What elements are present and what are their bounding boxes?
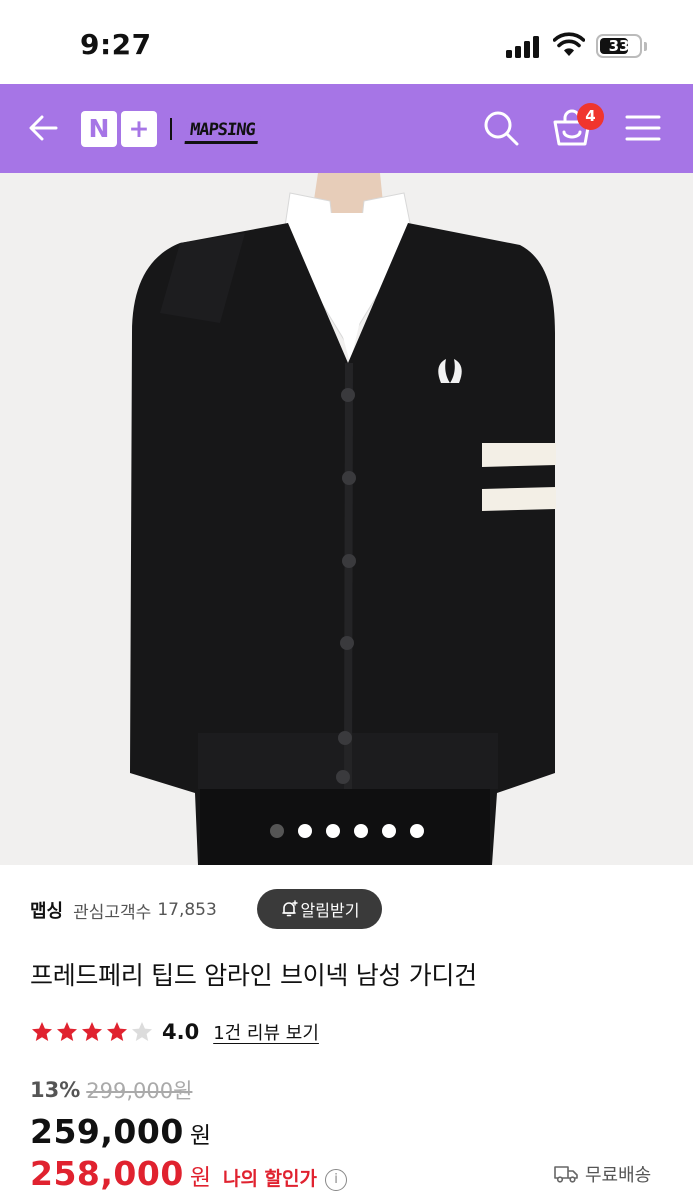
price-row: 259,000 원	[30, 1112, 211, 1151]
discount-rate: 13%	[30, 1078, 81, 1102]
status-bar: 9:27 33	[0, 0, 693, 84]
fav-customers-label: 관심고객수	[73, 902, 152, 923]
discount-row: 13% 299,000원	[30, 1075, 192, 1105]
notify-button[interactable]: 알림받기	[257, 889, 382, 929]
signal-icon	[506, 36, 544, 58]
carousel-dot-4[interactable]	[353, 824, 368, 838]
shipping-info: 무료배송	[553, 1161, 651, 1187]
my-discount-price: 258,000	[30, 1154, 184, 1193]
star-empty-icon	[132, 1022, 152, 1041]
brand-logo[interactable]: MAPSING	[184, 116, 261, 144]
bell-plus-icon	[281, 900, 298, 917]
truck-icon	[554, 1166, 578, 1183]
fav-customers-count: 17,853	[157, 900, 217, 920]
seller-name[interactable]: 맵싱	[30, 897, 63, 923]
battery-cap	[644, 42, 647, 51]
shipping-label: 무료배송	[585, 1165, 652, 1186]
carousel-dot-5[interactable]	[381, 824, 396, 838]
hamburger-menu-icon[interactable]	[625, 112, 661, 144]
sale-price-unit: 원	[189, 1123, 211, 1149]
seller-row: 맵싱 관심고객수 17,853	[30, 890, 217, 930]
info-icon[interactable]: i	[325, 1169, 347, 1191]
rating-row: 4.0 1건 리뷰 보기	[30, 1017, 319, 1047]
nplus-plus: +	[121, 111, 157, 147]
wifi-icon	[553, 32, 585, 56]
star-filled-icon	[57, 1022, 77, 1041]
search-icon[interactable]	[481, 108, 521, 148]
review-link[interactable]: 1건 리뷰 보기	[213, 1019, 319, 1045]
nplus-n: N	[81, 111, 117, 147]
rating-stars	[30, 1020, 154, 1044]
product-image-carousel[interactable]	[0, 173, 693, 865]
cart-count-badge: 4	[577, 103, 604, 130]
product-photo	[130, 173, 556, 865]
back-arrow-icon[interactable]	[22, 106, 66, 150]
my-discount-price-unit: 원	[189, 1165, 211, 1191]
carousel-dot-2[interactable]	[297, 824, 312, 838]
status-time: 9:27	[80, 28, 152, 61]
battery-level: 33	[608, 37, 630, 55]
star-filled-icon	[32, 1022, 52, 1041]
product-title: 프레드페리 팁드 암라인 브이넥 남성 가디건	[30, 961, 477, 990]
my-price-row: 258,000 원 나의 할인가 i	[30, 1154, 347, 1193]
battery-icon: 33	[596, 34, 642, 58]
notify-button-label: 알림받기	[300, 901, 360, 920]
my-discount-label: 나의 할인가	[222, 1168, 317, 1190]
nplus-logo[interactable]: N +	[81, 111, 157, 147]
brand-divider	[170, 118, 172, 140]
carousel-dot-3[interactable]	[325, 824, 340, 838]
original-price: 299,000원	[86, 1079, 193, 1103]
rating-score: 4.0	[162, 1020, 200, 1044]
star-filled-icon	[82, 1022, 102, 1041]
carousel-dot-1[interactable]	[269, 824, 284, 838]
carousel-dots	[0, 824, 693, 838]
carousel-dot-6[interactable]	[409, 824, 424, 838]
star-filled-icon	[107, 1022, 127, 1041]
sale-price: 259,000	[30, 1112, 184, 1151]
